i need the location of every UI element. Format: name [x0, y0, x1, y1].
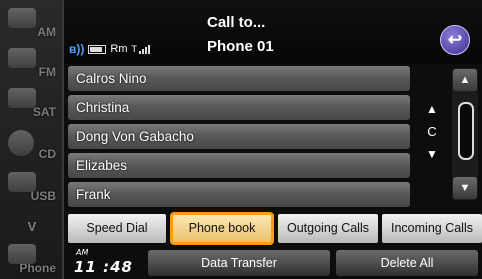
list-item[interactable]: Calros Nino — [68, 66, 410, 91]
source-sat-label: SAT — [32, 105, 56, 119]
scroll-down-icon: ▼ — [459, 182, 471, 194]
source-cd-button[interactable]: CD — [4, 124, 60, 164]
back-button[interactable]: ↩ — [440, 25, 470, 55]
status-indicators: ʙ)) Rm T — [69, 42, 150, 56]
list-item[interactable]: Christina — [68, 95, 410, 120]
source-phone-button[interactable]: Phone — [4, 238, 60, 278]
tab-incoming-calls[interactable]: Incoming Calls — [382, 214, 482, 243]
tab-phone-book[interactable]: Phone book — [170, 212, 274, 245]
contact-list: Calros Nino Christina Dong Von Gabacho E… — [64, 64, 414, 207]
tab-outgoing-calls[interactable]: Outgoing Calls — [278, 214, 378, 243]
cd-disc-icon — [8, 130, 34, 156]
source-usb-button[interactable]: USB — [4, 166, 60, 206]
more-chevron-icon: V — [27, 218, 37, 234]
phone-icon — [8, 244, 36, 264]
list-item[interactable]: Dong Von Gabacho — [68, 124, 410, 149]
signal-strength-icon: T — [131, 44, 150, 54]
list-item[interactable]: Elizabes — [68, 153, 410, 178]
source-sat-button[interactable]: SAT — [4, 82, 60, 122]
phone-name: Phone 01 — [207, 38, 274, 55]
scroll-thumb[interactable] — [458, 102, 474, 160]
battery-icon — [88, 44, 107, 54]
source-cd-label: CD — [38, 147, 56, 161]
page-title: Call to... — [207, 14, 266, 31]
source-am-button[interactable]: AM — [4, 2, 60, 42]
list-item[interactable]: Frank — [68, 182, 410, 207]
clock-ampm: AM — [76, 248, 89, 257]
header: Call to... Phone 01 ʙ)) Rm T ↩ — [64, 0, 482, 64]
tab-speed-dial[interactable]: Speed Dial — [68, 214, 166, 243]
source-sidebar: AM FM SAT CD USB V Phone — [0, 0, 64, 279]
data-transfer-button[interactable]: Data Transfer — [148, 250, 330, 276]
scrollbar[interactable]: ▲ ▼ — [452, 68, 478, 200]
clock: AM 11 :48 — [72, 248, 142, 279]
radio-fm-icon — [8, 48, 36, 68]
index-up-icon[interactable]: ▲ — [426, 102, 438, 116]
source-am-label: AM — [37, 25, 56, 39]
back-arrow-icon: ↩ — [447, 30, 463, 49]
delete-all-button[interactable]: Delete All — [336, 250, 478, 276]
bottom-bar: AM 11 :48 Data Transfer Delete All — [64, 248, 482, 279]
index-letter[interactable]: C — [427, 124, 436, 139]
bluetooth-icon: ʙ)) — [69, 42, 85, 56]
satellite-icon — [8, 88, 36, 108]
source-fm-label: FM — [38, 65, 56, 79]
phone-tabs: Speed Dial Phone book Outgoing Calls Inc… — [64, 212, 482, 245]
roaming-label: Rm — [110, 43, 128, 55]
clock-time: 11 :48 — [74, 258, 133, 276]
index-down-icon[interactable]: ▼ — [426, 147, 438, 161]
scroll-up-icon: ▲ — [459, 74, 471, 86]
source-fm-button[interactable]: FM — [4, 42, 60, 82]
scroll-up-button[interactable]: ▲ — [453, 69, 477, 91]
alphabet-index: ▲ C ▼ — [416, 68, 448, 200]
usb-icon — [8, 172, 36, 192]
radio-am-icon — [8, 8, 36, 28]
scroll-down-button[interactable]: ▼ — [453, 177, 477, 199]
